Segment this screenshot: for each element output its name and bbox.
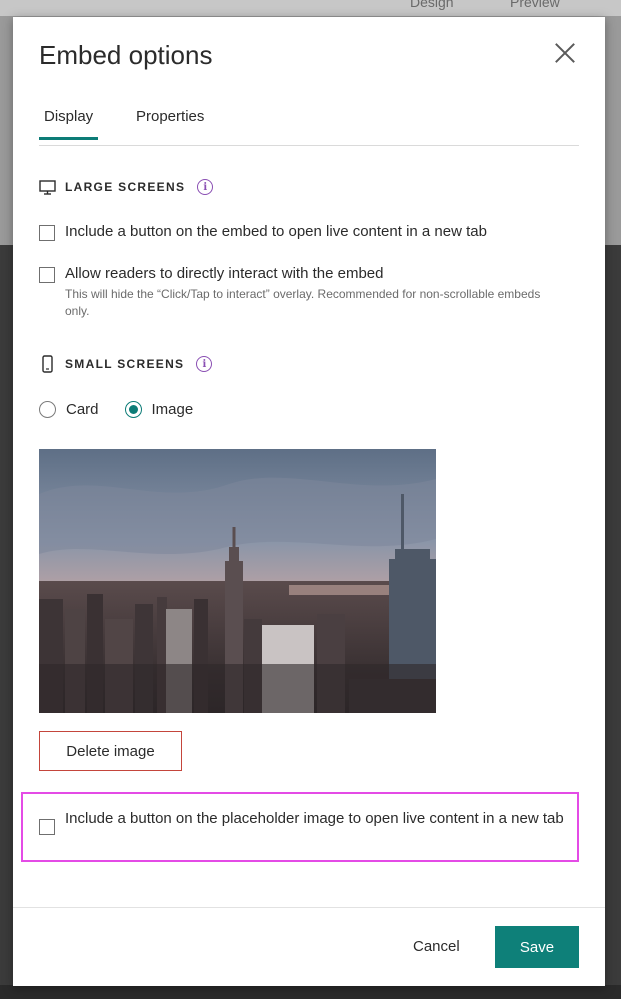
tab-display[interactable]: Display xyxy=(39,108,99,140)
placeholder-image xyxy=(39,449,436,713)
background-footer xyxy=(0,985,621,999)
delete-image-button[interactable]: Delete image xyxy=(39,731,182,771)
placeholder-new-tab-label: Include a button on the placeholder imag… xyxy=(65,810,564,827)
tab-properties[interactable]: Properties xyxy=(136,108,204,137)
cancel-button[interactable]: Cancel xyxy=(413,938,460,955)
embed-new-tab-label: Include a button on the embed to open li… xyxy=(65,223,487,240)
direct-interact-checkbox[interactable] xyxy=(39,267,55,283)
monitor-icon xyxy=(39,179,56,195)
info-icon[interactable]: i xyxy=(197,179,214,195)
option-direct-interact: Allow readers to directly interact with … xyxy=(39,265,555,320)
dialog-tabs: Display Properties xyxy=(39,107,579,146)
small-screens-label: SMALL SCREENS xyxy=(65,357,185,371)
background-tab-design: Design xyxy=(410,0,454,10)
close-icon[interactable] xyxy=(554,42,576,64)
footer-divider xyxy=(13,907,605,908)
info-icon[interactable]: i xyxy=(196,356,213,372)
direct-interact-label: Allow readers to directly interact with … xyxy=(65,265,384,282)
large-screens-heading: LARGE SCREENS i xyxy=(39,177,214,197)
option-placeholder-new-tab: Include a button on the placeholder imag… xyxy=(39,810,575,835)
dialog-title: Embed options xyxy=(39,40,213,70)
phone-icon xyxy=(42,355,53,373)
image-radio[interactable] xyxy=(124,401,142,418)
save-button[interactable]: Save xyxy=(495,926,579,968)
small-screen-mode-radios: Card Image xyxy=(39,401,193,418)
card-radio-label: Card xyxy=(66,401,99,418)
card-radio[interactable] xyxy=(39,401,56,418)
direct-interact-helper: This will hide the “Click/Tap to interac… xyxy=(65,287,541,318)
image-radio-label: Image xyxy=(151,401,194,418)
background-tabs: Design Preview xyxy=(0,0,621,16)
embed-new-tab-checkbox[interactable] xyxy=(39,225,55,241)
option-embed-new-tab: Include a button on the embed to open li… xyxy=(39,223,487,242)
background-tab-preview: Preview xyxy=(510,0,560,10)
small-screens-heading: SMALL SCREENS i xyxy=(39,354,213,374)
placeholder-new-tab-checkbox[interactable] xyxy=(39,819,55,835)
large-screens-label: LARGE SCREENS xyxy=(65,180,186,194)
embed-options-dialog: Embed options Display Properties LARGE S… xyxy=(13,17,605,986)
